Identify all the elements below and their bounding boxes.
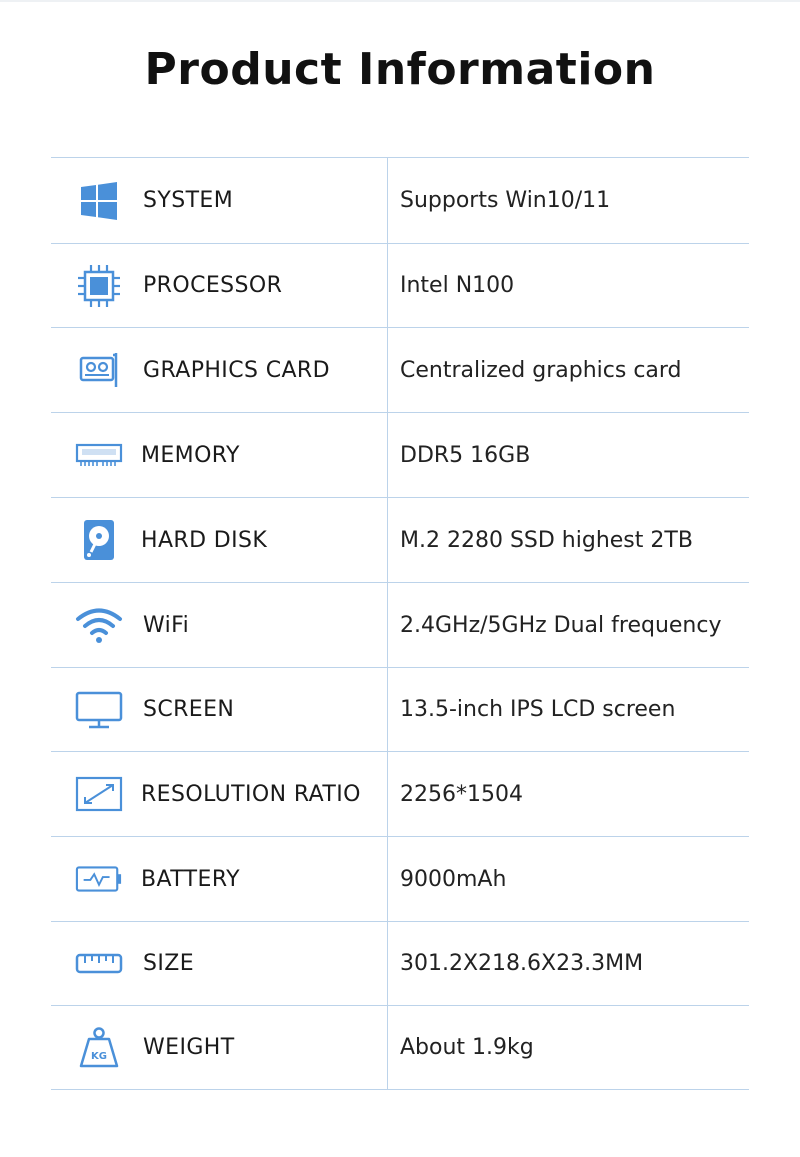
spec-value: About 1.9kg [387,1006,749,1089]
spec-label-cell: SCREEN [51,668,387,751]
resolution-icon [75,772,123,816]
svg-text:KG: KG [91,1051,107,1062]
spec-value: 13.5-inch IPS LCD screen [387,668,749,751]
spec-label-cell: HARD DISK [51,498,387,582]
spec-value: Supports Win10/11 [387,158,749,243]
ruler-icon [75,942,123,986]
spec-label: HARD DISK [141,527,268,553]
spec-row-screen: SCREEN 13.5-inch IPS LCD screen [51,667,749,751]
wifi-icon [75,603,123,647]
spec-value: 9000mAh [387,837,749,921]
spec-row-size: SIZE 301.2X218.6X23.3MM [51,921,749,1005]
spec-label-cell: BATTERY [51,837,387,921]
spec-value: Intel N100 [387,244,749,327]
spec-label-cell: SIZE [51,922,387,1005]
spec-label: SCREEN [143,697,235,722]
top-divider [0,0,800,2]
spec-label-cell: SYSTEM [51,158,387,243]
spec-row-wifi: WiFi 2.4GHz/5GHz Dual frequency [51,582,749,667]
spec-label: SYSTEM [143,188,234,213]
spec-label: SIZE [143,951,195,976]
spec-label: GRAPHICS CARD [143,357,330,383]
spec-row-weight: KG WEIGHT About 1.9kg [51,1005,749,1090]
spec-label: RESOLUTION RATIO [141,781,361,807]
spec-value: M.2 2280 SSD highest 2TB [387,498,749,582]
spec-label-cell: PROCESSOR [51,244,387,327]
spec-row-memory: MEMORY DDR5 16GB [51,412,749,497]
spec-row-hard-disk: HARD DISK M.2 2280 SSD highest 2TB [51,497,749,582]
battery-icon [75,857,123,901]
spec-label-cell: MEMORY [51,413,387,497]
spec-label-cell: WiFi [51,583,387,667]
spec-row-system: SYSTEM Supports Win10/11 [51,157,749,243]
spec-row-battery: BATTERY 9000mAh [51,836,749,921]
spec-label-cell: KG WEIGHT [51,1006,387,1089]
graphics-card-icon [75,348,123,392]
spec-value: DDR5 16GB [387,413,749,497]
hard-disk-icon [75,518,123,562]
spec-value: 2.4GHz/5GHz Dual frequency [387,583,749,667]
spec-value: Centralized graphics card [387,328,749,412]
windows-icon [75,179,123,223]
screen-icon [75,688,123,732]
memory-icon [75,433,123,477]
spec-row-processor: PROCESSOR Intel N100 [51,243,749,327]
spec-row-resolution: RESOLUTION RATIO 2256*1504 [51,751,749,836]
spec-label: WEIGHT [143,1035,235,1060]
spec-label: BATTERY [141,866,240,892]
spec-label: WiFi [143,612,190,638]
spec-value: 301.2X218.6X23.3MM [387,922,749,1005]
spec-value: 2256*1504 [387,752,749,836]
spec-label-cell: GRAPHICS CARD [51,328,387,412]
spec-label: MEMORY [141,442,240,468]
spec-label: PROCESSOR [143,273,283,298]
spec-table: SYSTEM Supports Win10/11 PROCESSOR Intel… [51,157,749,1090]
spec-row-graphics-card: GRAPHICS CARD Centralized graphics card [51,327,749,412]
weight-icon: KG [75,1026,123,1070]
spec-label-cell: RESOLUTION RATIO [51,752,387,836]
page-title: Product Information [144,44,656,95]
processor-icon [75,264,123,308]
